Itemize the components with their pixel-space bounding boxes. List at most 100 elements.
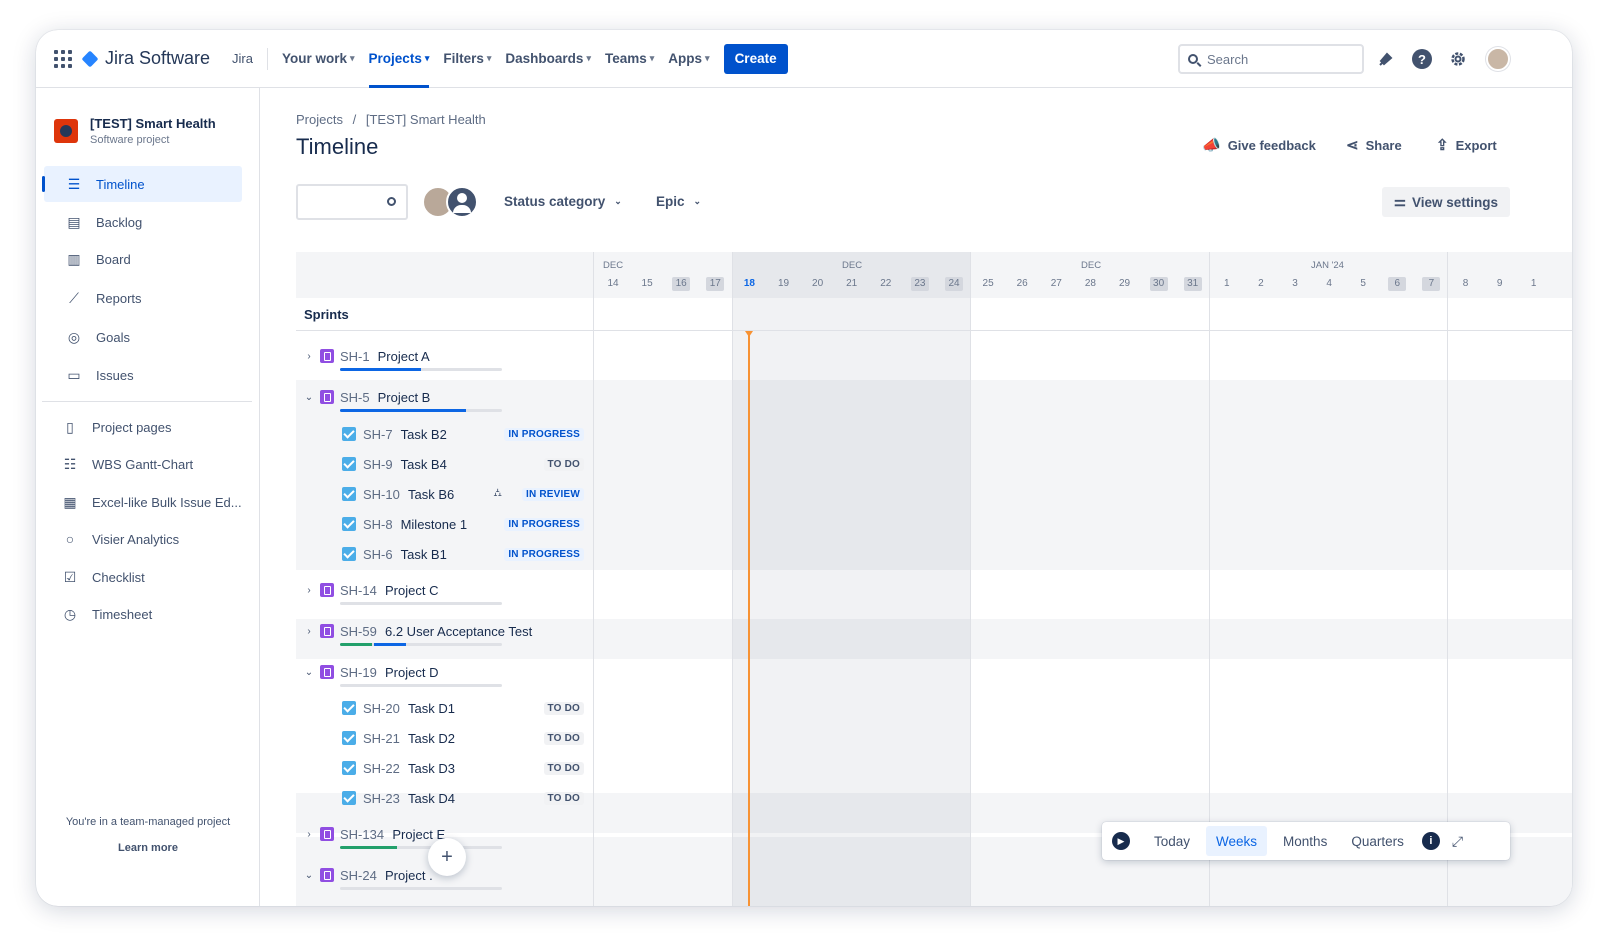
info-icon[interactable]: i (1421, 832, 1440, 850)
sidebar-item-label: Backlog (96, 214, 143, 230)
add-issue-button[interactable]: + (428, 838, 466, 876)
nav-label: Apps (668, 51, 703, 66)
view-settings-button[interactable]: ⚌ View settings (1382, 187, 1510, 217)
sidebar-item-bulk-issue-editor[interactable]: ▦ Excel-like Bulk Issue Ed... (44, 484, 242, 520)
in-progress-fill (340, 409, 467, 412)
sidebar-item-issues[interactable]: ▭ Issues (44, 357, 242, 393)
sidebar-item-timeline[interactable]: ☰ Timeline (42, 166, 242, 202)
epic-row[interactable]: › SH-14 Project C (296, 575, 594, 605)
sidebar-item-visier-analytics[interactable]: ○ Visier Analytics (44, 521, 242, 557)
jira-logo[interactable]: Jira Software (81, 48, 210, 69)
expand-toggle-icon[interactable]: ⌄ (304, 392, 314, 403)
sidebar-item-reports[interactable]: ⟋ Reports (44, 280, 242, 316)
timeline-search-input[interactable] (296, 184, 408, 220)
weeks-button[interactable]: Weeks (1206, 826, 1268, 856)
status-category-dropdown[interactable]: Status category ⌄ (504, 194, 622, 209)
breadcrumb-projects[interactable]: Projects (296, 112, 343, 127)
issue-key: SH-134 (340, 826, 385, 842)
sidebar-item-backlog[interactable]: ▤ Backlog (44, 204, 242, 240)
sidebar-item-goals[interactable]: ◎ Goals (44, 319, 242, 355)
breadcrumb-project[interactable]: [TEST] Smart Health (366, 112, 486, 127)
expand-toggle-icon[interactable]: › (304, 585, 314, 596)
nav-teams[interactable]: Teams ▾ (605, 30, 654, 88)
today-button[interactable]: Today (1144, 826, 1200, 856)
expand-icon[interactable]: ⤢ (1452, 833, 1463, 850)
day-label: 6 (1388, 277, 1407, 291)
done-progress-fill (340, 846, 397, 849)
settings-icon[interactable] (1446, 47, 1470, 71)
expand-toggle-icon[interactable]: › (304, 351, 314, 362)
project-avatar (54, 119, 78, 143)
status-lozenge: IN PROGRESS (504, 547, 584, 561)
app-switcher-icon[interactable] (54, 49, 72, 68)
user-avatar[interactable] (1486, 47, 1510, 71)
task-row[interactable]: SH-22 Task D3 TO DO (296, 753, 594, 783)
done-progress-fill (340, 643, 373, 646)
nav-apps[interactable]: Apps ▾ (668, 30, 709, 88)
chevron-down-icon: ▾ (486, 53, 492, 63)
epic-row[interactable]: › SH-59 6.2 User Acceptance Test (296, 616, 594, 646)
day-label: 24 (945, 277, 963, 291)
status-lozenge: TO DO (543, 791, 584, 805)
megaphone-icon: 📣 (1202, 137, 1221, 154)
nav-dashboards[interactable]: Dashboards ▾ (505, 30, 591, 88)
status-category-label: Status category (504, 194, 606, 209)
month-label: JAN '24 (1311, 260, 1344, 271)
sidebar-item-label: Visier Analytics (92, 531, 180, 547)
give-feedback-button[interactable]: 📣 Give feedback (1202, 136, 1316, 154)
task-row[interactable]: SH-21 Task D2 TO DO (296, 723, 594, 753)
issue-name: Task B1 (400, 546, 447, 562)
assignee-filter[interactable] (422, 186, 478, 218)
epic-row[interactable]: › SH-1 Project A (296, 341, 594, 371)
epic-progress-bar (340, 643, 502, 646)
task-row[interactable]: SH-9 Task B4 TO DO (296, 449, 594, 479)
chevron-down-icon: ⌄ (614, 196, 622, 206)
nav-your-work[interactable]: Your work ▾ (282, 30, 355, 88)
search-icon (1188, 54, 1198, 64)
learn-more-link[interactable]: Learn more (36, 842, 260, 854)
months-button[interactable]: Months (1273, 826, 1337, 856)
expand-toggle-icon[interactable]: › (304, 626, 314, 637)
sidebar-item-timesheet[interactable]: ◷ Timesheet (44, 596, 242, 632)
expand-toggle-icon[interactable]: › (304, 829, 314, 840)
quarters-button[interactable]: Quarters (1341, 826, 1414, 856)
project-header[interactable]: [TEST] Smart Health Software project (54, 116, 216, 146)
task-row[interactable]: SH-8 Milestone 1 IN PROGRESS (296, 509, 594, 539)
nav-projects[interactable]: Projects ▾ (368, 30, 429, 88)
task-row[interactable]: SH-10 Task B6 ⛼ IN REVIEW (296, 479, 594, 509)
expand-toggle-icon[interactable]: ⌄ (304, 667, 314, 678)
create-button[interactable]: Create (723, 43, 788, 74)
grid-divider (970, 252, 971, 906)
epic-icon (320, 624, 334, 638)
nav-label: Your work (282, 51, 348, 66)
notification-icon[interactable] (1374, 47, 1398, 71)
nav-filters[interactable]: Filters ▾ (443, 30, 491, 88)
epic-row[interactable]: ⌄ SH-5 Project B (296, 382, 594, 412)
issue-name: 6.2 User Acceptance Test (385, 623, 533, 639)
share-button[interactable]: ⋖ Share (1346, 136, 1402, 154)
help-icon[interactable]: ? (1410, 47, 1434, 71)
task-icon (342, 427, 356, 441)
scroll-right-icon[interactable]: ▶ (1112, 832, 1130, 850)
task-row[interactable]: SH-6 Task B1 IN PROGRESS (296, 539, 594, 569)
task-row[interactable]: SH-7 Task B2 IN PROGRESS (296, 419, 594, 449)
unassigned-avatar[interactable] (446, 186, 478, 218)
epic-icon (320, 390, 334, 404)
chevron-down-icon: ▾ (705, 53, 710, 63)
epic-dropdown[interactable]: Epic ⌄ (656, 194, 701, 209)
task-row[interactable]: SH-20 Task D1 TO DO (296, 693, 594, 723)
search-input[interactable]: Search (1178, 44, 1364, 74)
expand-toggle-icon[interactable]: ⌄ (304, 870, 314, 881)
sidebar-item-project-pages[interactable]: ▯ Project pages (44, 409, 242, 445)
sprints-row[interactable]: Sprints (296, 298, 1572, 331)
gantt-icon: ☷ (63, 455, 77, 472)
sidebar-item-board[interactable]: ▥ Board (44, 241, 242, 277)
sidebar-item-checklist[interactable]: ☑ Checklist (44, 559, 242, 595)
export-button[interactable]: ⇪ Export (1436, 136, 1497, 154)
sidebar-item-label: Checklist (92, 569, 145, 585)
in-progress-fill (374, 643, 407, 646)
epic-row[interactable]: ⌄ SH-19 Project D (296, 657, 594, 687)
sidebar-item-wbs-gantt[interactable]: ☷ WBS Gantt-Chart (44, 446, 242, 482)
task-row[interactable]: SH-23 Task D4 TO DO (296, 783, 594, 813)
issue-name: Task B2 (400, 426, 447, 442)
